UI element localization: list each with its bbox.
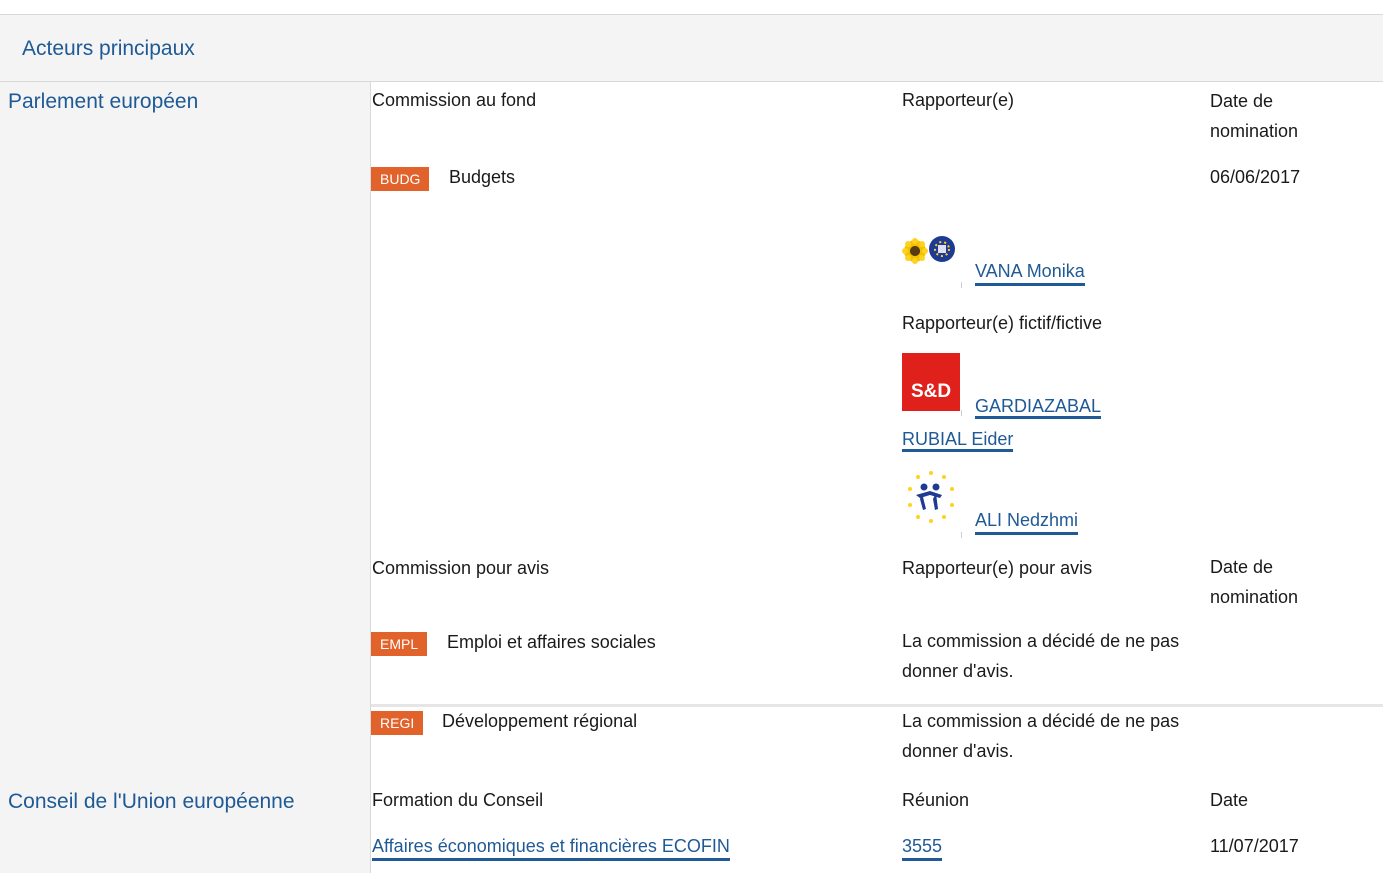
column-divider bbox=[370, 82, 371, 873]
institution-column bbox=[0, 82, 370, 873]
section-header: Acteurs principaux bbox=[0, 14, 1383, 82]
row-divider bbox=[371, 704, 1383, 707]
rapporteur-link[interactable]: VANA Monika bbox=[975, 261, 1085, 286]
opinion-committee-header: Commission pour avis bbox=[372, 558, 550, 578]
opinion-note-empl: La commission a décidé de ne pas donner … bbox=[902, 631, 1180, 681]
logo-spacer bbox=[961, 532, 962, 538]
committee-name-budgets: Budgets bbox=[449, 167, 516, 187]
council-meeting-number[interactable]: 3555 bbox=[902, 836, 943, 861]
committee-name-regi: Développement régional bbox=[442, 711, 638, 731]
lead-committee-header: Commission au fond bbox=[372, 90, 537, 110]
council-formation-name[interactable]: Affaires économiques et financières ECOF… bbox=[372, 836, 730, 861]
council-meeting-link[interactable]: 3555 bbox=[902, 836, 943, 861]
rapporteur-name[interactable]: VANA Monika bbox=[975, 261, 1085, 286]
council-formation-link[interactable]: Affaires économiques et financières ECOF… bbox=[372, 836, 730, 861]
committee-badge-budg: BUDG bbox=[371, 167, 430, 191]
opinion-rapporteur-header: Rapporteur(e) pour avis bbox=[902, 558, 1093, 578]
alde-logo-icon bbox=[902, 469, 960, 530]
institution-parliament: Parlement européen bbox=[8, 90, 199, 113]
council-formation-header: Formation du Conseil bbox=[372, 790, 544, 810]
greens-efa-logo-icon bbox=[902, 234, 958, 273]
shadow-rapporteur-link-2[interactable]: ALI Nedzhmi bbox=[975, 510, 1079, 535]
council-date-header: Date bbox=[1210, 790, 1249, 810]
council-meeting-date: 11/07/2017 bbox=[1210, 836, 1299, 856]
council-meeting-header: Réunion bbox=[902, 790, 970, 810]
committee-name-empl: Emploi et affaires sociales bbox=[447, 632, 656, 652]
section-title: Acteurs principaux bbox=[22, 37, 195, 60]
shadow-rapporteur-link-1[interactable]: GARDIAZABAL RUBIAL Eider bbox=[902, 390, 1142, 456]
committee-badge-empl: EMPL bbox=[371, 632, 428, 656]
shadow-rapporteur-name-1[interactable]: GARDIAZABAL RUBIAL Eider bbox=[902, 396, 1102, 452]
logo-spacer bbox=[961, 282, 962, 288]
opinion-date-header: Date de nomination bbox=[1210, 557, 1299, 607]
opinion-note-regi: La commission a décidé de ne pas donner … bbox=[902, 711, 1180, 761]
institution-council: Conseil de l'Union européenne bbox=[8, 790, 295, 813]
shadow-rapporteur-header: Rapporteur(e) fictif/fictive bbox=[902, 313, 1103, 333]
top-margin bbox=[0, 0, 1383, 14]
appointment-date-header: Date de nomination bbox=[1210, 91, 1299, 141]
lead-appointment-date: 06/06/2017 bbox=[1210, 167, 1301, 187]
rapporteur-header: Rapporteur(e) bbox=[902, 90, 1015, 110]
committee-badge-regi: REGI bbox=[371, 711, 424, 735]
shadow-rapporteur-name-2[interactable]: ALI Nedzhmi bbox=[975, 510, 1079, 535]
